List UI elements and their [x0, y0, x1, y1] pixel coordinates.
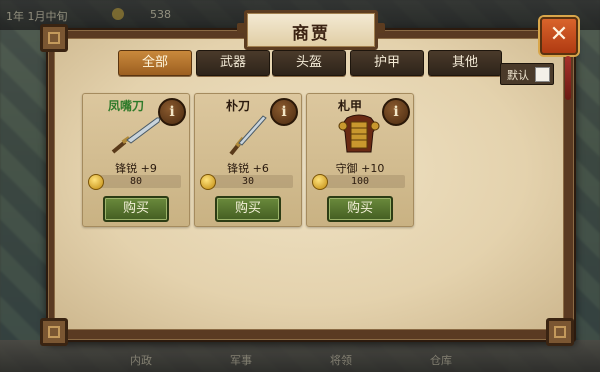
shop-item-card: 札甲 i 守御 +10 100 购买: [306, 93, 414, 227]
lamellar-armor-icon: [338, 114, 380, 153]
tab-other[interactable]: 其他: [428, 50, 502, 76]
shop-item-card: 朴刀 i 锋锐 +6 30 购买: [194, 93, 302, 227]
default-label: 默认: [507, 69, 529, 82]
buy-button[interactable]: 购买: [103, 196, 169, 222]
buy-button[interactable]: 购买: [215, 196, 281, 222]
bottom-menu-item[interactable]: 将领: [330, 352, 352, 368]
default-sort-toggle[interactable]: 默认: [500, 63, 554, 85]
frame-corner-ornament: [40, 318, 68, 346]
item-price: 100: [312, 174, 405, 190]
shop-item-card: 凤嘴刀 i 锋锐 +9 80 购买: [82, 93, 190, 227]
straight-sword-icon: [229, 115, 267, 156]
gold-coin-icon: [112, 8, 124, 20]
bottom-menu-item[interactable]: 仓库: [430, 352, 452, 368]
dialog-title: 商贾: [292, 24, 330, 44]
frame-corner-ornament: [40, 24, 68, 52]
bottom-menu: 内政 军事 将领 仓库: [0, 340, 600, 372]
plaque-knob: [237, 23, 247, 33]
gold-amount: 538: [150, 8, 171, 21]
item-price: 80: [88, 174, 181, 190]
bottom-menu-item[interactable]: 内政: [130, 352, 152, 368]
item-price-value: 100: [350, 176, 370, 187]
item-price-value: 80: [129, 176, 143, 187]
tab-weapons[interactable]: 武器: [196, 50, 270, 76]
buy-button[interactable]: 购买: [327, 196, 393, 222]
item-price-value: 30: [241, 176, 255, 187]
curved-blade-icon: [111, 117, 161, 154]
close-button[interactable]: ✕: [540, 17, 578, 55]
date-display: 1年 1月中旬: [6, 10, 68, 23]
tab-armor[interactable]: 护甲: [350, 50, 424, 76]
dialog-title-plaque: 商贾: [237, 10, 385, 50]
item-price: 30: [200, 174, 293, 190]
bottom-menu-item[interactable]: 军事: [230, 352, 252, 368]
plaque-knob: [375, 23, 385, 33]
frame-corner-ornament: [546, 318, 574, 346]
close-x-icon: ✕: [549, 22, 569, 47]
tab-helmets[interactable]: 头盔: [272, 50, 346, 76]
tab-all[interactable]: 全部: [118, 50, 192, 76]
tassel-ornament: [565, 56, 571, 100]
default-checkbox[interactable]: [535, 67, 550, 82]
